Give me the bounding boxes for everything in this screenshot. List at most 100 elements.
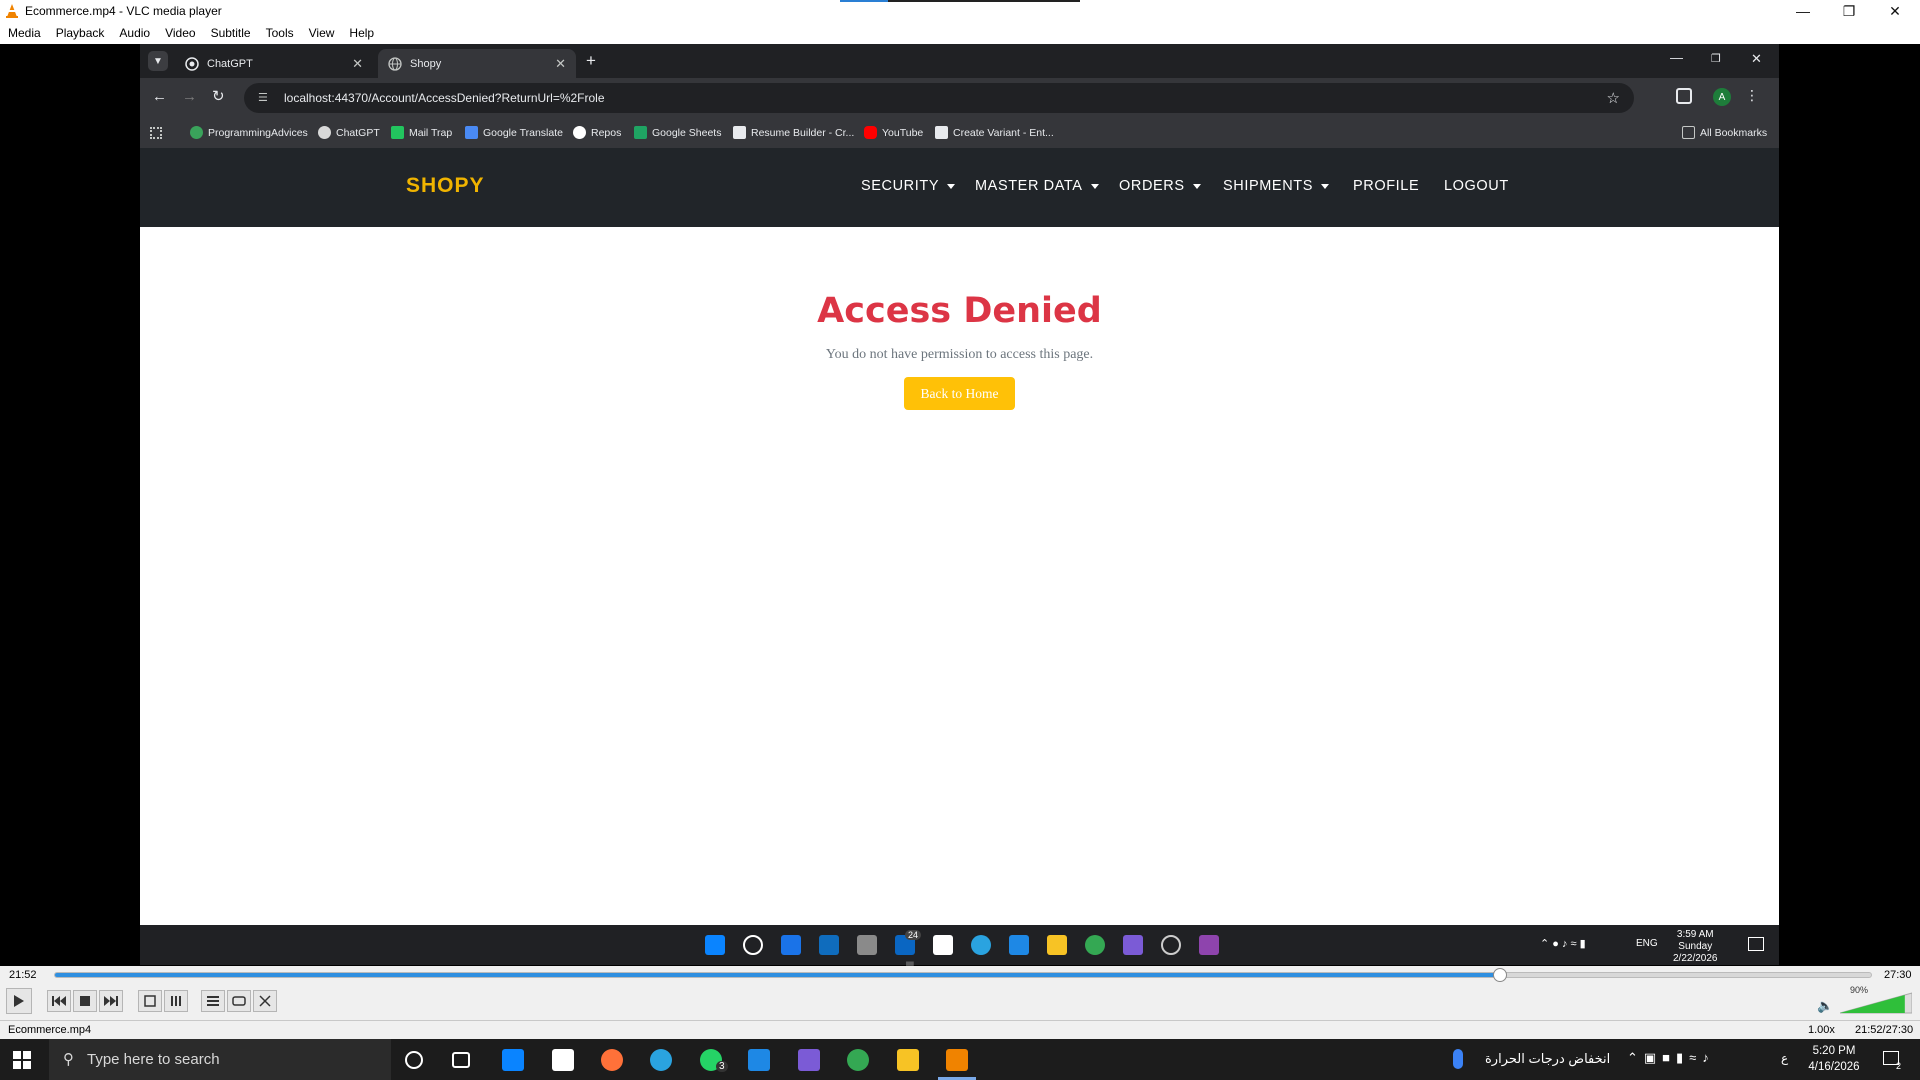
seek-slider[interactable] (54, 968, 1872, 982)
seek-fill (55, 973, 1501, 977)
menu-video[interactable]: Video (157, 26, 202, 40)
input-language-icon[interactable]: ع (1781, 1051, 1788, 1065)
cortana-icon[interactable] (405, 1051, 423, 1069)
previous-icon (52, 996, 66, 1006)
mailtrap-icon (391, 126, 404, 139)
task-view-icon[interactable] (452, 1052, 470, 1068)
restore-button[interactable]: ❐ (1826, 0, 1872, 22)
taskbar-search-input[interactable]: ⚲ Type here to search (49, 1039, 391, 1080)
nav-master-data[interactable]: MASTER DATA (975, 178, 1099, 194)
vlc-cone-icon (6, 4, 18, 18)
loop-button[interactable] (227, 990, 251, 1012)
bookmark-item[interactable]: Create Variant - Ent... (935, 126, 1054, 139)
page-message: You do not have permission to access thi… (825, 347, 1094, 362)
nav-logout[interactable]: LOGOUT (1444, 178, 1509, 194)
bookmark-item[interactable]: Google Sheets (634, 126, 721, 139)
page-title: Access Denied (817, 291, 1102, 331)
whatsapp-badge: 3 (716, 1061, 728, 1072)
speaker-icon[interactable]: 🔈 (1817, 998, 1833, 1014)
bookmark-item[interactable]: Repos (573, 126, 621, 139)
close-tab-icon[interactable]: ✕ (555, 56, 566, 72)
reload-icon[interactable]: ↻ (212, 87, 225, 105)
fullscreen-button[interactable] (138, 990, 162, 1012)
weather-text[interactable]: انخفاض درجات الحرارة (1485, 1051, 1610, 1067)
tab-title: ChatGPT (207, 57, 253, 70)
chrome-icon[interactable] (847, 1049, 869, 1071)
site-info-icon[interactable]: ☰ (258, 91, 268, 104)
bookmark-item[interactable]: Mail Trap (391, 126, 452, 139)
tab-chatgpt[interactable]: ChatGPT ✕ (175, 49, 373, 78)
menu-help[interactable]: Help (341, 26, 381, 40)
menu-playback[interactable]: Playback (48, 26, 112, 40)
play-button[interactable] (6, 988, 32, 1014)
store-icon[interactable] (502, 1049, 524, 1071)
back-to-home-button[interactable]: Back to Home (904, 377, 1015, 410)
forward-arrow-icon[interactable]: → (182, 88, 197, 105)
close-button[interactable]: ✕ (1872, 0, 1918, 22)
all-bookmarks[interactable]: All Bookmarks (1682, 126, 1767, 139)
address-bar[interactable]: ☰ localhost:44370/Account/AccessDenied?R… (244, 83, 1634, 113)
visual-studio-icon[interactable] (798, 1049, 820, 1071)
back-arrow-icon[interactable]: ← (152, 88, 167, 105)
previous-button[interactable] (47, 990, 71, 1012)
next-button[interactable] (99, 990, 123, 1012)
extensions-icon[interactable] (1676, 88, 1692, 104)
new-tab-icon[interactable]: + (586, 51, 596, 71)
vlc-status-bar: Ecommerce.mp4 1.00x 21:52/27:30 (0, 1020, 1920, 1039)
bookmark-item[interactable]: Google Translate (465, 126, 563, 139)
nav-shipments[interactable]: SHIPMENTS (1223, 178, 1329, 194)
tab-search-icon[interactable]: ▼ (148, 51, 168, 71)
shuffle-icon (259, 995, 271, 1007)
playback-speed[interactable]: 1.00x (1808, 1024, 1835, 1036)
browser-menu-icon[interactable]: ⋮ (1745, 87, 1759, 104)
vlc-icon[interactable] (946, 1049, 968, 1071)
bookmark-item[interactable]: YouTube (864, 126, 923, 139)
google-translate-icon (465, 126, 478, 139)
nav-orders[interactable]: ORDERS (1119, 178, 1201, 194)
apps-grid-icon[interactable] (150, 127, 162, 139)
playlist-icon (207, 996, 219, 1006)
vlc-menu-bar: Media Playback Audio Video Subtitle Tool… (0, 22, 1920, 44)
bookmark-item[interactable]: Resume Builder - Cr... (733, 126, 854, 139)
recorded-taskbar: 24 ⌃ ● ♪ ≈ ▮ ENG 3:59 AM Sunday 2/22/202… (140, 925, 1779, 965)
site-brand[interactable]: SHOPY (406, 174, 485, 198)
bookmark-item[interactable]: ProgrammingAdvices (190, 126, 308, 139)
taskbar-clock[interactable]: 5:20 PM 4/16/2026 (1804, 1043, 1864, 1075)
system-tray-icons[interactable]: ⌃▣■▮≈♪ (1627, 1050, 1715, 1066)
menu-subtitle[interactable]: Subtitle (203, 26, 258, 40)
extended-settings-button[interactable] (164, 990, 188, 1012)
bookmark-star-icon[interactable]: ☆ (1607, 89, 1620, 107)
menu-tools[interactable]: Tools (258, 26, 301, 40)
menu-audio[interactable]: Audio (111, 26, 157, 40)
windows-start-icon[interactable] (13, 1051, 31, 1069)
playlist-button[interactable] (201, 990, 225, 1012)
shuffle-button[interactable] (253, 990, 277, 1012)
browser-close-icon[interactable]: ✕ (1751, 51, 1762, 67)
vscode-icon[interactable] (748, 1049, 770, 1071)
minimize-button[interactable]: — (1780, 0, 1826, 22)
bookmark-item[interactable]: ChatGPT (318, 126, 380, 139)
stop-button[interactable] (73, 990, 97, 1012)
nav-profile[interactable]: PROFILE (1353, 178, 1419, 194)
firefox-icon[interactable] (601, 1049, 623, 1071)
notion-icon[interactable] (552, 1049, 574, 1071)
volume-label: 90% (1850, 985, 1869, 995)
google-sheets-icon (634, 126, 647, 139)
caret-down-icon (1192, 183, 1201, 189)
file-explorer-icon[interactable] (897, 1049, 919, 1071)
nav-security[interactable]: SECURITY (861, 178, 956, 194)
recorded-clock: 3:59 AM Sunday 2/22/2026 (1673, 929, 1718, 964)
menu-view[interactable]: View (301, 26, 342, 40)
status-filename: Ecommerce.mp4 (8, 1024, 92, 1036)
telegram-icon[interactable] (650, 1049, 672, 1071)
notification-count: 2 (1896, 1061, 1902, 1071)
close-tab-icon[interactable]: ✕ (352, 56, 363, 72)
youtube-icon (864, 126, 877, 139)
seek-handle[interactable] (1493, 968, 1508, 982)
browser-restore-icon[interactable]: ❐ (1711, 52, 1721, 65)
tab-shopy[interactable]: Shopy ✕ (378, 49, 576, 78)
mail-icon (781, 935, 801, 955)
browser-minimize-icon[interactable]: — (1670, 50, 1683, 65)
menu-media[interactable]: Media (0, 26, 48, 40)
profile-avatar[interactable]: A (1713, 88, 1731, 106)
